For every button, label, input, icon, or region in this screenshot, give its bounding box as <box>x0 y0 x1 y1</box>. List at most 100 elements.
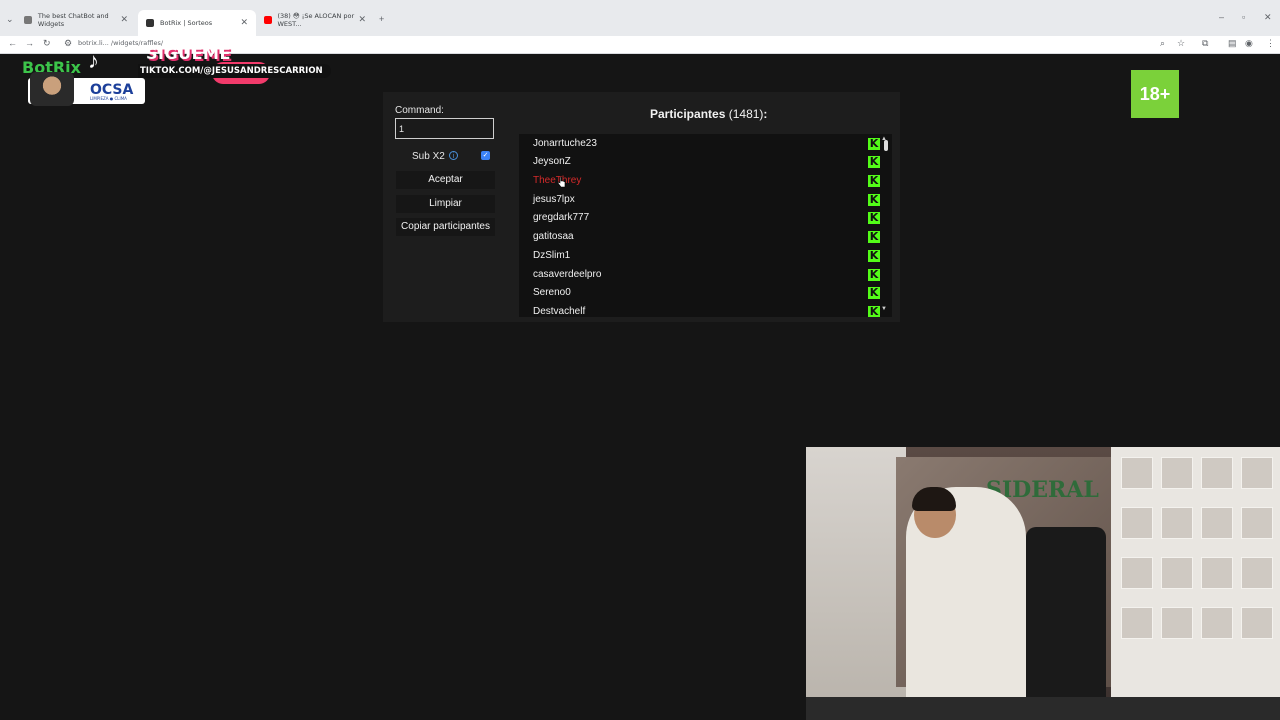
sub-x2-checkbox[interactable]: ✓ <box>481 151 490 160</box>
command-input[interactable] <box>395 118 494 139</box>
kick-icon: K <box>868 268 880 281</box>
maximize-icon[interactable]: ▫ <box>1242 12 1245 22</box>
kick-icon: K <box>868 249 880 262</box>
streamer-avatar <box>30 72 74 106</box>
bookmark-star-icon[interactable]: ☆ <box>1177 38 1185 49</box>
participant-name: Jonarrtuche23 <box>533 138 597 149</box>
participants-colon: : <box>763 107 768 121</box>
list-item[interactable]: Jonarrtuche23 K <box>533 135 880 153</box>
copy-participants-button[interactable]: Copiar participantes <box>396 218 495 236</box>
scroll-thumb[interactable] <box>884 140 888 151</box>
close-icon[interactable]: ✕ <box>240 18 248 28</box>
participant-name: gatitosaa <box>533 231 574 242</box>
tab-title: BotRix | Sorteos <box>160 19 213 27</box>
back-icon[interactable]: ← <box>8 38 17 48</box>
shelf-cell <box>1161 557 1193 589</box>
kick-icon: K <box>868 174 880 187</box>
new-tab-icon[interactable]: + <box>379 14 384 24</box>
shelf-cell <box>1121 557 1153 589</box>
close-window-icon[interactable]: ✕ <box>1264 12 1272 23</box>
shelf-cell <box>1161 507 1193 539</box>
gaming-chair <box>1026 527 1106 717</box>
shelf-cell <box>1241 607 1273 639</box>
kick-icon: K <box>868 211 880 224</box>
shelf-cell <box>1161 457 1193 489</box>
participant-name: JeysonZ <box>533 156 571 167</box>
participant-name: DzSlim1 <box>533 250 571 261</box>
info-icon[interactable]: i <box>449 151 458 160</box>
list-item[interactable]: casaverdeelpro K <box>533 266 880 284</box>
participant-name: Sereno0 <box>533 287 571 298</box>
sidebar-icon[interactable]: ▤ <box>1228 38 1237 49</box>
participants-label: Participantes <box>650 107 726 121</box>
tab-search-icon[interactable]: ⌄ <box>6 14 14 25</box>
shelf-cell <box>1201 457 1233 489</box>
participant-name: casaverdeelpro <box>533 269 602 280</box>
participants-list[interactable]: Jonarrtuche23 K JeysonZ K TheeThrey K jesus… <box>519 134 892 317</box>
participants-title: Participantes (1481): <box>650 107 767 121</box>
site-info-icon[interactable]: ⚙ <box>64 38 72 49</box>
list-item[interactable]: TheeThrey K <box>533 172 880 190</box>
scroll-down-icon[interactable]: ▼ <box>881 306 887 312</box>
shelf-cell <box>1121 507 1153 539</box>
close-icon[interactable]: ✕ <box>358 15 366 25</box>
desk <box>806 697 1280 720</box>
age-18-badge: 18+ <box>1131 70 1179 118</box>
streamer-hair <box>912 487 956 511</box>
menu-icon[interactable]: ⋮ <box>1266 38 1275 49</box>
shelf-cell <box>1241 457 1273 489</box>
ocsa-tagline: LIMPIEZA ● CLIMA <box>90 96 127 101</box>
forward-icon[interactable]: → <box>25 38 34 48</box>
participants-count: (1481) <box>728 107 764 121</box>
kick-icon: K <box>868 155 880 168</box>
minimize-icon[interactable]: – <box>1219 12 1224 22</box>
list-item[interactable]: Sereno0 K <box>533 284 880 302</box>
shelf-cell <box>1201 607 1233 639</box>
list-item[interactable]: gregdark777 K <box>533 209 880 227</box>
webcam-feed: SIDERAL <box>806 447 1280 720</box>
reload-icon[interactable]: ↻ <box>43 38 51 49</box>
zoom-icon[interactable]: ⌕ <box>1160 38 1165 49</box>
participants-scrollbar[interactable]: ▲ ▼ <box>881 134 891 317</box>
shelf-cell <box>1121 607 1153 639</box>
command-label: Command: <box>395 105 444 116</box>
favicon-icon <box>146 19 154 27</box>
profile-avatar-icon[interactable]: ◉ <box>1245 38 1253 49</box>
clear-button[interactable]: Limpiar <box>396 195 495 213</box>
tab-botrix-sorteos[interactable]: BotRix | Sorteos ✕ <box>138 10 256 36</box>
participant-name: Destvachelf <box>533 306 586 317</box>
webcam-shelf <box>1111 447 1280 720</box>
list-item[interactable]: gatitosaa K <box>533 228 880 246</box>
tab-youtube-video[interactable]: (38) 😳 ¡Se ALOCAN por WEST... ✕ <box>256 10 374 30</box>
shelf-cell <box>1201 507 1233 539</box>
shelf-cell <box>1121 457 1153 489</box>
accept-button[interactable]: Aceptar <box>396 171 495 189</box>
extensions-icon[interactable]: ⧉ <box>1202 38 1208 49</box>
list-item[interactable]: jesus7lpx K <box>533 191 880 209</box>
kick-icon: K <box>868 137 880 150</box>
close-icon[interactable]: ✕ <box>120 15 128 25</box>
browser-tab-bar: ⌄ The best ChatBot and Widgets ✕ BotRix … <box>0 0 1280 36</box>
kick-icon: K <box>868 286 880 299</box>
sigueme-text: SIGUEME <box>146 44 231 63</box>
webcam-door <box>806 447 906 720</box>
sub-x2-label: Sub X2 <box>412 151 445 162</box>
shelf-cell <box>1241 557 1273 589</box>
tiktok-handle: TIKTOK.COM/@JESUSANDRESCARRION <box>138 64 331 78</box>
tiktok-icon: ♪ <box>88 48 99 73</box>
kick-icon: K <box>868 193 880 206</box>
tab-botrix-home[interactable]: The best ChatBot and Widgets ✕ <box>16 10 136 30</box>
list-item[interactable]: JeysonZ K <box>533 153 880 171</box>
hand-cursor-icon <box>557 176 566 188</box>
favicon-icon <box>24 16 32 24</box>
shelf-cell <box>1201 557 1233 589</box>
list-item[interactable]: Destvachelf K <box>533 303 880 317</box>
participant-name: gregdark777 <box>533 212 590 223</box>
participant-name: jesus7lpx <box>533 194 575 205</box>
youtube-icon <box>264 16 272 24</box>
shelf-cell <box>1241 507 1273 539</box>
kick-icon: K <box>868 305 880 317</box>
shelf-cell <box>1161 607 1193 639</box>
list-item[interactable]: DzSlim1 K <box>533 247 880 265</box>
kick-icon: K <box>868 230 880 243</box>
